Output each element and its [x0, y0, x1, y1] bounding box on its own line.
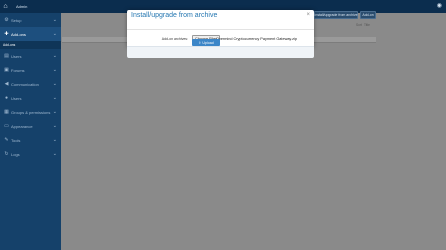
home-icon[interactable]: ⌂: [0, 0, 11, 13]
sidebar-item-label: Add-ons: [11, 31, 26, 37]
user-icon[interactable]: ◉: [437, 3, 442, 9]
sidebar: ⚙ Setup ⌄ ✚ Add-ons ⌄ Add-ons ▤ Users ⌄ …: [0, 13, 61, 250]
chevron-down-icon: ⌄: [52, 123, 57, 129]
sidebar-item-addons[interactable]: ✚ Add-ons ⌄: [0, 27, 61, 41]
sidebar-item-users-2[interactable]: ● Users ⌄: [0, 91, 61, 105]
install-archive-modal: Install/upgrade from archive × Add-on ar…: [127, 10, 314, 58]
sidebar-item-tools[interactable]: ✎ Tools ⌄: [0, 133, 61, 147]
sidebar-item-forums[interactable]: ▣ Forums ⌄: [0, 63, 61, 77]
chevron-down-icon: ⌄: [52, 109, 57, 115]
modal-divider: [127, 29, 314, 30]
sidebar-item-label: Forums: [11, 67, 25, 73]
upload-button-label: Upload: [202, 40, 214, 45]
archive-field-label: Add-on archives:: [161, 37, 188, 41]
modal-title: Install/upgrade from archive: [131, 12, 218, 19]
megaphone-icon: ◀: [4, 81, 9, 87]
sidebar-item-label: Setup: [11, 17, 22, 23]
sidebar-item-label: Appearance: [11, 123, 33, 129]
selected-file-name: Overmind Cryptocurrency Payment Gateway.…: [216, 37, 297, 41]
forums-icon: ▣: [4, 67, 9, 73]
sidebar-item-logs[interactable]: ↻ Logs ⌄: [0, 147, 61, 161]
sidebar-item-setup[interactable]: ⚙ Setup ⌄: [0, 13, 61, 27]
sidebar-item-label: Communication: [11, 81, 39, 87]
sidebar-item-label: Users: [11, 53, 22, 59]
sort-label: Sort: [356, 23, 362, 27]
gear-icon: ⚙: [4, 17, 9, 23]
sidebar-item-label: Tools: [11, 137, 21, 143]
palette-icon: ▭: [4, 123, 9, 129]
sidebar-item-label: Groups & permissions: [11, 109, 51, 115]
log-icon: ↻: [4, 151, 9, 157]
app-title: Admin: [16, 4, 28, 9]
modal-footer: [127, 46, 314, 58]
sidebar-item-appearance[interactable]: ▭ Appearance ⌄: [0, 119, 61, 133]
chevron-down-icon: ⌄: [52, 81, 57, 87]
chevron-down-icon: ⌄: [52, 31, 57, 37]
sidebar-item-label: Logs: [11, 151, 20, 157]
lock-icon: ▦: [4, 109, 9, 115]
upload-icon: ⇧: [198, 40, 202, 45]
users-icon: ▤: [4, 53, 9, 59]
wrench-icon: ✎: [4, 137, 9, 143]
chevron-down-icon: ⌄: [52, 151, 57, 157]
chevron-down-icon: ⌄: [52, 95, 57, 101]
close-icon[interactable]: ×: [306, 12, 310, 18]
sidebar-item-communication[interactable]: ◀ Communication ⌄: [0, 77, 61, 91]
chevron-down-icon: ⌄: [52, 137, 57, 143]
upload-button[interactable]: ⇧ Upload: [192, 39, 220, 46]
user-icon: ●: [4, 95, 9, 101]
install-upgrade-button[interactable]: Install/upgrade from archive: [314, 11, 358, 19]
sort-select[interactable]: Title: [364, 23, 370, 27]
sidebar-item-groups-permissions[interactable]: ▦ Groups & permissions ⌄: [0, 105, 61, 119]
sidebar-subitem-addons[interactable]: Add-ons: [0, 41, 61, 49]
chevron-down-icon: ⌄: [52, 53, 57, 59]
puzzle-icon: ✚: [4, 31, 9, 37]
chevron-down-icon: ⌄: [52, 17, 57, 23]
chevron-down-icon: ⌄: [52, 67, 57, 73]
sidebar-item-users[interactable]: ▤ Users ⌄: [0, 49, 61, 63]
add-on-button[interactable]: Add-on: [360, 11, 376, 19]
sidebar-item-label: Users: [11, 95, 22, 101]
